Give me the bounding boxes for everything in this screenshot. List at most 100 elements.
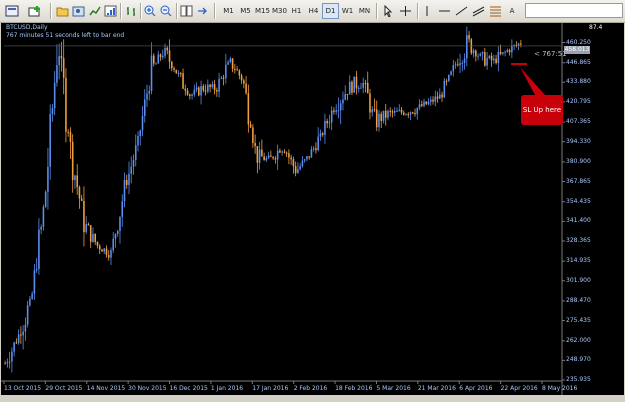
candle-body [463, 58, 466, 63]
search-input[interactable] [525, 3, 623, 18]
candle-body [434, 96, 437, 102]
x-tick-label: 21 Mar 2016 [417, 385, 456, 392]
candle-body [502, 52, 504, 54]
candle-body [391, 111, 394, 113]
candle-body [13, 342, 15, 352]
candle-body [33, 270, 36, 294]
candle-body [222, 77, 225, 79]
new-chart-icon[interactable] [26, 3, 44, 19]
candle-body [148, 91, 151, 94]
candle-body [15, 342, 18, 344]
candle-body [164, 47, 166, 56]
candle-body [398, 109, 401, 111]
candle-body [207, 84, 209, 92]
candle-body [236, 69, 238, 71]
y-tick-label: 275.435 [566, 316, 591, 324]
data-window-icon[interactable] [103, 3, 117, 19]
y-tick-label: 301.900 [566, 276, 591, 284]
candle-body [204, 90, 207, 92]
zoom-out-icon[interactable] [159, 3, 173, 19]
candle-body [65, 77, 67, 132]
trendline-icon[interactable] [454, 3, 468, 19]
timeframe-w1[interactable]: W1 [339, 3, 356, 19]
candle-body [409, 112, 412, 115]
fibonacci-icon[interactable] [488, 3, 502, 19]
y-tick-label: 354.435 [566, 197, 591, 205]
price-plot[interactable] [1, 23, 624, 395]
candle-body [22, 331, 24, 336]
crosshair-icon[interactable] [398, 3, 412, 19]
candle-body [121, 201, 124, 217]
candle-body [159, 54, 162, 58]
y-tick-label: 314.935 [566, 257, 591, 265]
timeframe-m15[interactable]: M15 [254, 3, 271, 19]
candle-body [448, 75, 450, 81]
candle-body [493, 58, 495, 61]
candle-body [51, 108, 54, 115]
candle-body [243, 80, 245, 84]
candle-body [283, 151, 286, 153]
candle-body [439, 94, 441, 99]
candle-body [411, 112, 414, 114]
candle-body [186, 90, 189, 95]
timeframe-mn[interactable]: MN [356, 3, 373, 19]
x-tick-label: 14 Nov 2015 [86, 385, 126, 392]
candle-body [303, 159, 306, 161]
vertical-line-icon[interactable] [421, 3, 433, 19]
candle-body [62, 58, 65, 78]
timeframe-h4[interactable]: H4 [305, 3, 322, 19]
candle-body [366, 82, 369, 94]
candle-body [42, 206, 45, 227]
candle-body [157, 54, 160, 64]
sl-annotation[interactable]: SL Up here [521, 95, 563, 125]
candle-body [457, 64, 459, 66]
candle-body [375, 109, 378, 128]
timeframe-m1[interactable]: M1 [220, 3, 237, 19]
candle-body [418, 104, 421, 108]
candle-body [78, 187, 81, 199]
candle-body [324, 120, 326, 135]
open-folder-icon[interactable] [55, 3, 69, 19]
candle-body [49, 114, 51, 167]
cursor-icon[interactable] [381, 3, 395, 19]
candle-body [155, 63, 157, 65]
candle-body [101, 249, 103, 252]
chart-shift-icon[interactable] [195, 3, 209, 19]
horizontal-line-icon[interactable] [437, 3, 451, 19]
timeframe-m30[interactable]: M30 [271, 3, 288, 19]
y-tick-label: 235.935 [566, 376, 591, 383]
candle-body [285, 152, 288, 154]
text-tool-icon[interactable]: A [506, 3, 518, 19]
candle-body [270, 155, 272, 157]
candle-body [355, 76, 358, 89]
candle-body [425, 101, 428, 105]
market-watch-icon[interactable] [87, 3, 101, 19]
candle-body [247, 93, 250, 125]
candle-body [265, 158, 268, 161]
candle-body [69, 132, 72, 142]
candle-body [139, 130, 142, 137]
chart-window[interactable]: BTCUSD,Daily 767 minutes 51 seconds left… [1, 23, 624, 395]
file-menu-icon[interactable] [3, 3, 21, 19]
candle-body [382, 110, 385, 121]
candle-body [177, 73, 180, 75]
candle-body [225, 64, 227, 79]
zoom-in-icon[interactable] [143, 3, 157, 19]
profiles-icon[interactable] [71, 3, 85, 19]
candle-body [231, 58, 234, 69]
candle-body [281, 151, 283, 153]
timeframe-d1[interactable]: D1 [322, 3, 339, 19]
candle-body [216, 90, 218, 92]
candle-body [26, 305, 29, 325]
candle-body [389, 110, 392, 112]
timeframe-m5[interactable]: M5 [237, 3, 254, 19]
timeframe-h1[interactable]: H1 [288, 3, 305, 19]
tile-windows-icon[interactable] [179, 3, 193, 19]
bar-chart-icon[interactable] [124, 3, 138, 19]
candle-body [504, 51, 506, 53]
channel-icon[interactable] [471, 3, 485, 19]
candle-body [85, 224, 87, 233]
candle-body [371, 109, 374, 113]
candle-body [96, 241, 99, 246]
candle-body [53, 82, 56, 109]
